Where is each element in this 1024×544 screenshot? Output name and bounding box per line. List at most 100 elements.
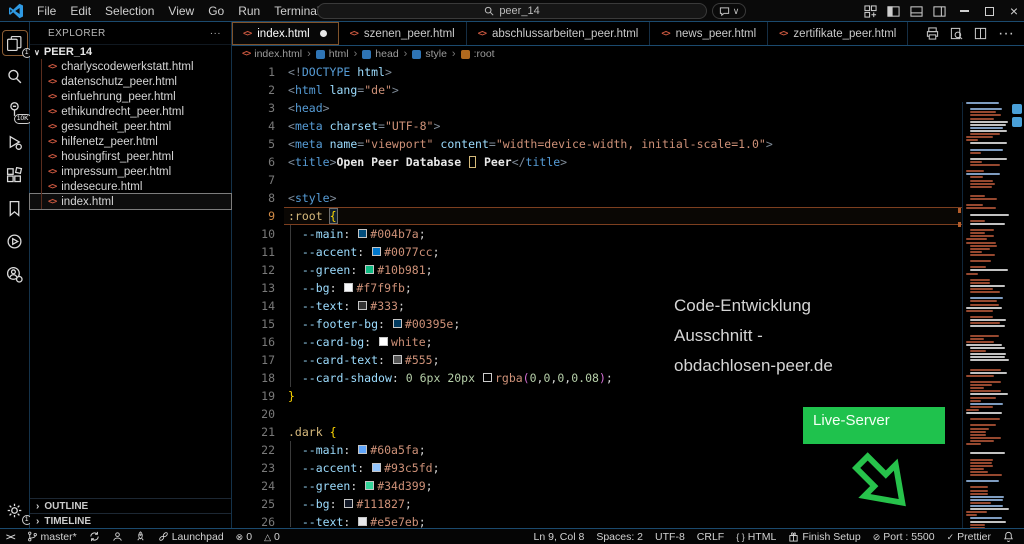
- file-einfuehrung-peer-html[interactable]: <>einfuehrung_peer.html: [30, 89, 231, 104]
- status-sync[interactable]: [83, 531, 106, 542]
- minimap-line: [970, 142, 1007, 144]
- token: =: [489, 137, 496, 151]
- file-impressum-peer-html[interactable]: <>impressum_peer.html: [30, 164, 231, 179]
- line-number: 9: [232, 207, 288, 225]
- breadcrumb-item-style[interactable]: style: [412, 48, 447, 60]
- menu-selection[interactable]: Selection: [98, 4, 161, 18]
- tab-news-peer-html[interactable]: <>news_peer.html: [650, 22, 768, 45]
- html-file-icon: <>: [242, 49, 250, 59]
- activitybar-bookmark-icon[interactable]: [3, 196, 27, 220]
- minimap-line: [970, 347, 1005, 349]
- minimap-line: [970, 248, 990, 250]
- status-ln-9-col-8[interactable]: Ln 9, Col 8: [528, 531, 591, 543]
- file-ethikundrecht-peer-html[interactable]: <>ethikundrecht_peer.html: [30, 104, 231, 119]
- error-icon: ⊗: [236, 531, 244, 543]
- status-launchpad[interactable]: Launchpad: [152, 531, 230, 543]
- color-swatch: [365, 265, 374, 274]
- tab-szenen-peer-html[interactable]: <>szenen_peer.html: [339, 22, 467, 45]
- menu-view[interactable]: View: [161, 4, 201, 18]
- more-actions-icon[interactable]: ···: [998, 25, 1014, 43]
- breadcrumb-item-root[interactable]: :root: [461, 48, 495, 60]
- menu-run[interactable]: Run: [231, 4, 267, 18]
- status-bell[interactable]: [997, 531, 1020, 542]
- tab-abschlussarbeiten-peer-html[interactable]: <>abschlussarbeiten_peer.html: [467, 22, 651, 45]
- customize-layout-icon[interactable]: [864, 5, 877, 18]
- status-finish-setup[interactable]: Finish Setup: [782, 531, 866, 543]
- minimap-line: [970, 465, 993, 467]
- file-gesundheit-peer-html[interactable]: <>gesundheit_peer.html: [30, 119, 231, 134]
- menu-edit[interactable]: Edit: [63, 4, 98, 18]
- status-account[interactable]: [106, 531, 129, 542]
- status-prettier[interactable]: ✓Prettier: [941, 531, 997, 543]
- status-master[interactable]: master*: [21, 531, 83, 543]
- code-line: }: [288, 387, 962, 405]
- command-center-search[interactable]: peer_14: [317, 3, 707, 19]
- minimize-button[interactable]: [960, 10, 969, 11]
- maximize-button[interactable]: [985, 7, 994, 16]
- breadcrumb-item-index-html[interactable]: <>index.html: [242, 48, 302, 60]
- activitybar-source-control-icon[interactable]: 10K: [3, 97, 27, 121]
- activitybar-account-tools-icon[interactable]: [3, 262, 27, 286]
- token: --bg: [302, 497, 330, 511]
- file-datenschutz-peer-html[interactable]: <>datenschutz_peer.html: [30, 74, 231, 89]
- activitybar-settings-icon[interactable]: 1: [3, 498, 27, 522]
- file-charlyscodewerkstatt-html[interactable]: <>charlyscodewerkstatt.html: [30, 59, 231, 74]
- status-crlf[interactable]: CRLF: [691, 531, 730, 543]
- status-html[interactable]: { }HTML: [730, 531, 782, 543]
- folder-row[interactable]: ∨ PEER_14: [30, 44, 231, 59]
- breadcrumb-item-html[interactable]: html: [316, 48, 349, 60]
- breadcrumb-item-head[interactable]: head: [362, 48, 398, 60]
- minimap-line: [966, 511, 987, 513]
- line-number: 14: [232, 297, 288, 315]
- status-spaces-2[interactable]: Spaces: 2: [590, 531, 649, 543]
- copilot-button[interactable]: ∨: [712, 3, 746, 19]
- menu-file[interactable]: File: [30, 4, 63, 18]
- toggle-panel-icon[interactable]: [910, 5, 923, 18]
- status-rocket[interactable]: [129, 531, 152, 542]
- file-housingfirst-peer-html[interactable]: <>housingfirst_peer.html: [30, 149, 231, 164]
- token: :: [392, 371, 406, 385]
- breadcrumb-label: :root: [474, 48, 495, 60]
- section-outline[interactable]: ›OUTLINE: [30, 498, 231, 513]
- printer-icon[interactable]: [926, 27, 939, 40]
- code-line: <!DOCTYPE html>: [288, 63, 962, 81]
- menu-go[interactable]: Go: [201, 4, 231, 18]
- activitybar-explorer-icon[interactable]: 1: [3, 31, 27, 55]
- section-timeline[interactable]: ›TIMELINE: [30, 513, 231, 528]
- status-utf-8[interactable]: UTF-8: [649, 531, 691, 543]
- minimap-line: [970, 471, 988, 473]
- activitybar-run-debug-icon[interactable]: [3, 130, 27, 154]
- token: ;: [419, 227, 426, 241]
- code-editor[interactable]: 1234567891011121314151617181920212223242…: [232, 62, 1024, 528]
- explorer-more-icon[interactable]: ···: [210, 28, 221, 39]
- open-preview-icon[interactable]: [950, 27, 963, 40]
- file-index-html[interactable]: <>index.html: [30, 194, 231, 209]
- file-indesecure-html[interactable]: <>indesecure.html: [30, 179, 231, 194]
- vertical-scrollbar[interactable]: [1010, 102, 1024, 528]
- split-editor-icon[interactable]: [974, 27, 987, 40]
- toggle-secondary-sidebar-icon[interactable]: [933, 5, 946, 18]
- minimap[interactable]: [962, 102, 1010, 528]
- tab-index-html[interactable]: <>index.html: [232, 22, 339, 45]
- status-0[interactable]: △0: [258, 531, 286, 543]
- status-port-5500[interactable]: ⊘Port : 5500: [867, 531, 941, 543]
- minimap-line: [966, 409, 979, 411]
- activitybar-search-icon[interactable]: [3, 64, 27, 88]
- token: [288, 335, 302, 349]
- breadcrumb-separator: ›: [354, 48, 358, 60]
- token: title: [295, 155, 330, 169]
- status-0[interactable]: ⊗0: [230, 531, 258, 543]
- token: :root: [288, 209, 323, 223]
- file-hilfenetz-peer-html[interactable]: <>hilfenetz_peer.html: [30, 134, 231, 149]
- status-remote[interactable]: ><: [0, 531, 21, 543]
- tab-zertifikate-peer-html[interactable]: <>zertifikate_peer.html: [768, 22, 908, 45]
- minimap-line: [970, 279, 990, 281]
- close-button[interactable]: ×: [1010, 6, 1018, 16]
- toggle-sidebar-icon[interactable]: [887, 5, 900, 18]
- annotation-line: Code-Entwicklung: [674, 291, 833, 321]
- token: #34d399: [377, 479, 425, 493]
- activitybar-extensions-icon[interactable]: [3, 163, 27, 187]
- minimap-line: [966, 136, 993, 138]
- token: "de": [364, 83, 392, 97]
- activitybar-player-icon[interactable]: [3, 229, 27, 253]
